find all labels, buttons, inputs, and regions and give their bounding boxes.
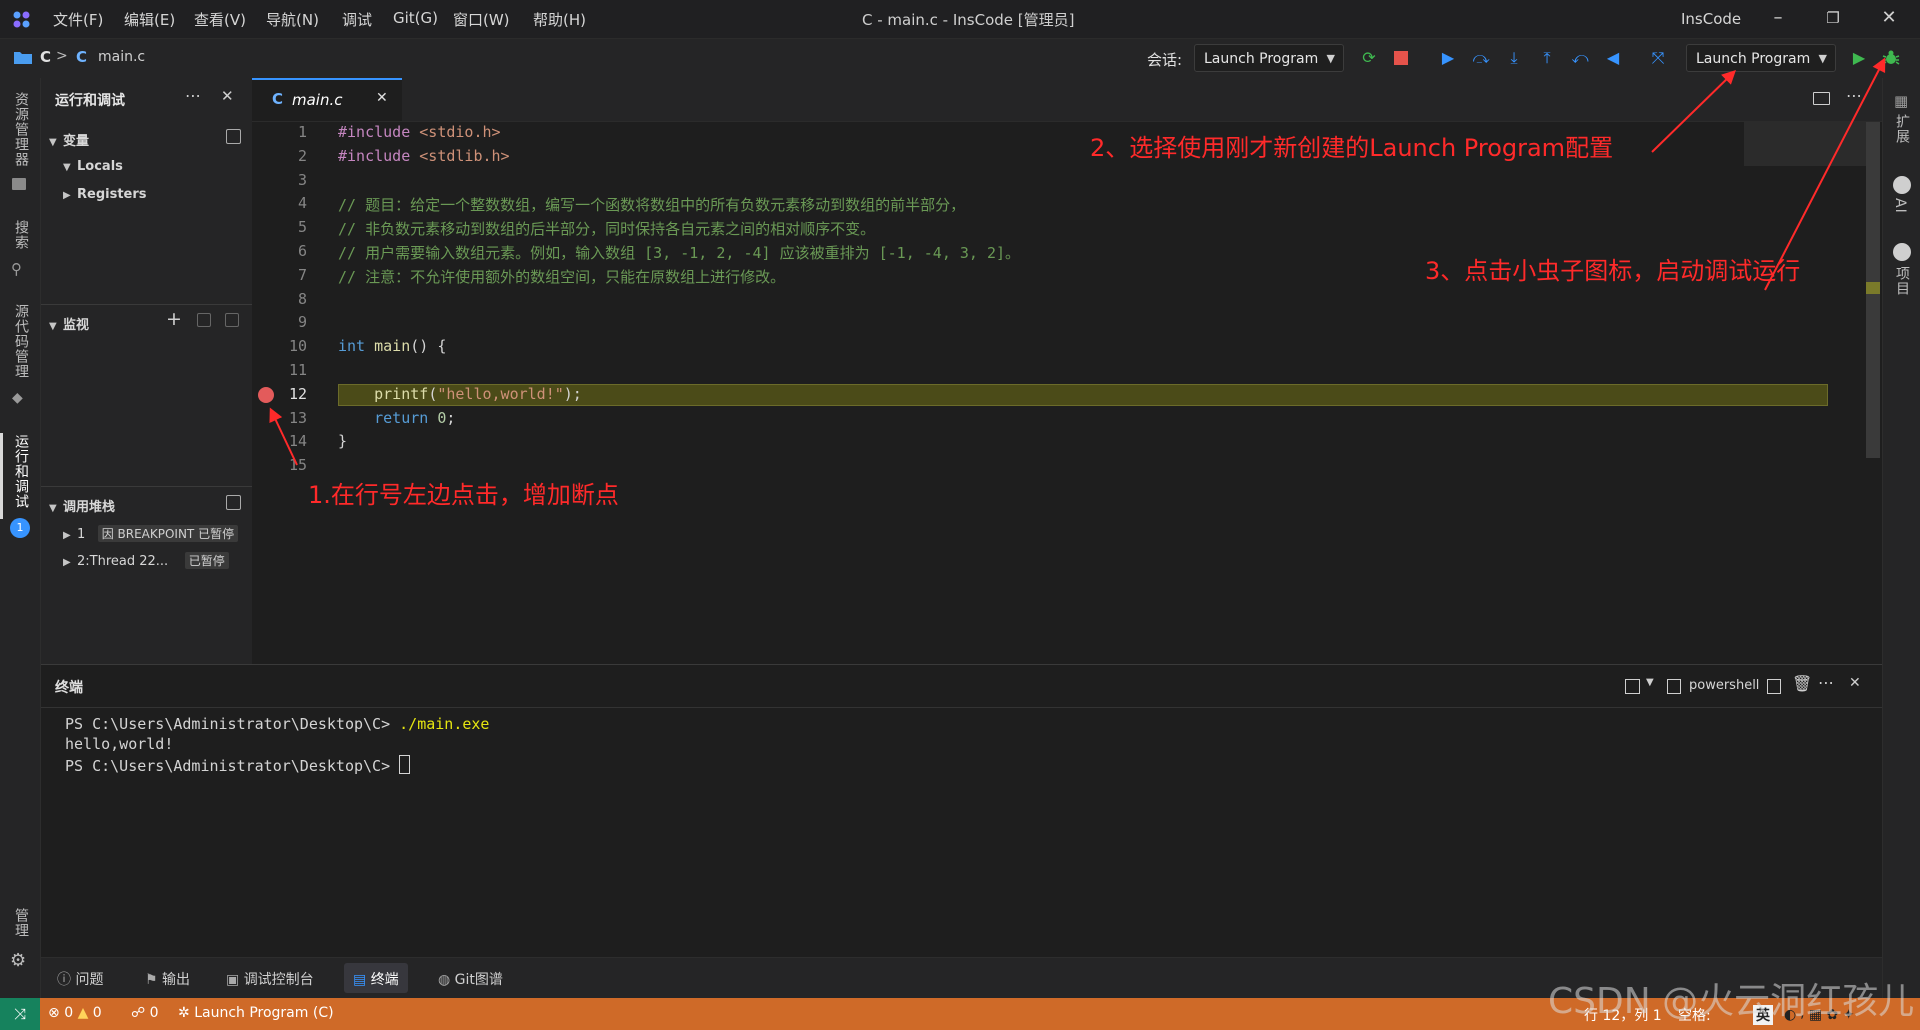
watermark: CSDN @火云洞红孩儿 [1548, 981, 1915, 1022]
ports-count: 0 [149, 1005, 159, 1021]
tab-problems[interactable]: ⓘ 问题 [57, 969, 103, 989]
terminal-line: hello,world! [65, 735, 173, 753]
extensions-icon: ▦ [1894, 92, 1909, 110]
ai-icon [1893, 176, 1911, 194]
launch-label: Launch Program (C) [194, 1005, 334, 1021]
tab-label: 问题 [75, 972, 104, 988]
divider [41, 707, 1882, 708]
antenna-icon: ☍ [131, 1005, 146, 1021]
terminal-icon: ▤ [353, 972, 367, 988]
shell-name[interactable]: powershell [1689, 678, 1759, 693]
terminal-title: 终端 [55, 680, 83, 696]
tab-label: 调试控制台 [243, 972, 314, 988]
problems-status[interactable]: ⊗ 0 ▲ 0 [48, 1005, 102, 1021]
error-icon: ⊗ [48, 1005, 60, 1021]
tab-git-graph[interactable]: ◍ Git图谱 [438, 969, 503, 989]
remote-indicator[interactable]: ⤨ [0, 998, 40, 1030]
right-item-ai[interactable]: AI [1892, 198, 1908, 214]
split-pane-icon[interactable] [1767, 679, 1781, 694]
console-icon: ▣ [226, 972, 240, 988]
terminal-panel: 终端 ▼ powershell 🗑 ⋯ ✕ PS C:\Users\Admini… [41, 664, 1882, 958]
terminal-line[interactable]: PS C:\Users\Administrator\Desktop\C> [65, 755, 411, 775]
warning-icon: ▲ [77, 1005, 89, 1021]
terminal-command: ./main.exe [399, 715, 490, 733]
tab-label: 输出 [162, 972, 191, 988]
terminal-output: hello,world! [65, 735, 174, 753]
arrow-step-2 [1651, 70, 1737, 153]
flag-icon: ⚑ [145, 972, 158, 988]
arrow-step-3 [1764, 57, 1886, 291]
tab-label: 终端 [370, 972, 399, 988]
ports-status[interactable]: ☍ 0 [131, 1005, 159, 1021]
warning-count: 0 [92, 1005, 102, 1021]
right-side-bar: ▦ 扩展 AI 项目 [1882, 78, 1920, 998]
git-icon: ◍ [438, 972, 451, 988]
trash-icon[interactable]: 🗑 [1792, 674, 1812, 693]
info-icon: ⓘ [57, 972, 71, 988]
tab-terminal[interactable]: ▤ 终端 [353, 969, 399, 989]
terminal-cursor [399, 755, 411, 774]
tab-debug-console[interactable]: ▣ 调试控制台 [226, 969, 314, 989]
chevron-down-icon[interactable]: ▼ [1646, 677, 1654, 688]
terminal-prompt: PS C:\Users\Administrator\Desktop\C> [65, 715, 400, 733]
arrow-step-1 [269, 407, 298, 466]
launch-status[interactable]: ✲ Launch Program (C) [178, 1005, 334, 1021]
terminal-icon [1667, 679, 1681, 694]
tab-label: Git图谱 [454, 972, 503, 988]
debug-small-icon: ✲ [178, 1005, 190, 1021]
terminal-line: PS C:\Users\Administrator\Desktop\C> ./m… [65, 715, 489, 733]
split-terminal-icon[interactable] [1625, 679, 1640, 694]
terminal-prompt: PS C:\Users\Administrator\Desktop\C> [65, 757, 400, 775]
project-icon [1893, 243, 1911, 261]
right-item-extensions[interactable]: 扩展 [1892, 114, 1912, 144]
error-count: 0 [64, 1005, 74, 1021]
tab-output[interactable]: ⚑ 输出 [145, 969, 190, 989]
right-item-project[interactable]: 项目 [1892, 266, 1912, 296]
close-terminal-icon[interactable]: ✕ [1849, 675, 1861, 691]
more-actions-icon[interactable]: ⋯ [1818, 673, 1834, 692]
